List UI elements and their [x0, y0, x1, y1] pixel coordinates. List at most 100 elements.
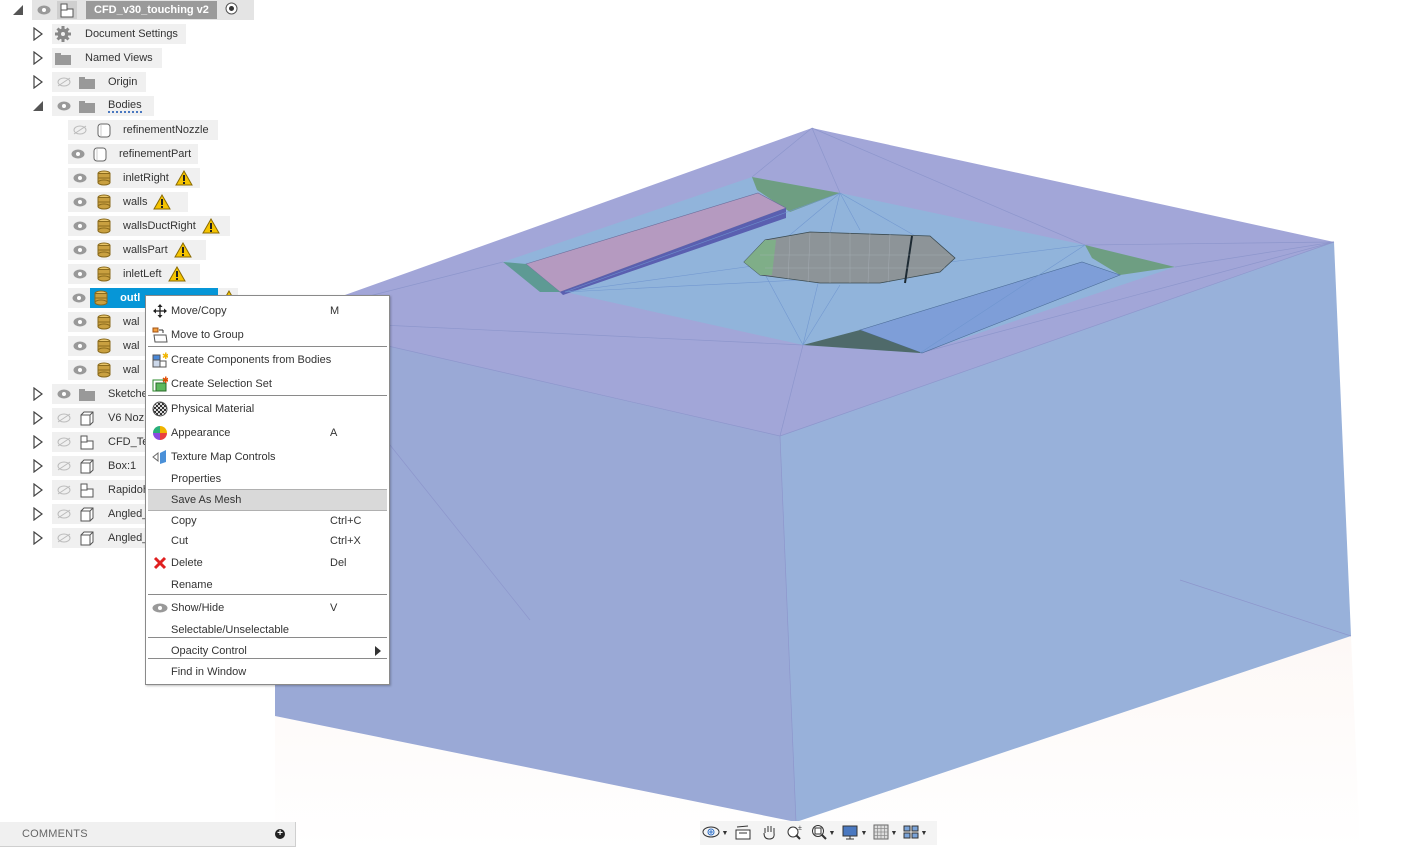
- root-component-label[interactable]: CFD_v30_touching v2: [86, 1, 217, 19]
- eye-hidden-icon[interactable]: [55, 412, 73, 424]
- expand-triangle-icon[interactable]: [32, 483, 44, 497]
- menu-item-properties[interactable]: Properties: [148, 469, 387, 489]
- body-component-icon: [78, 409, 96, 427]
- body-gold-icon: [95, 217, 113, 235]
- menu-item-label: Rename: [171, 579, 213, 591]
- eye-icon[interactable]: [71, 196, 89, 208]
- menu-item-physical-material[interactable]: Physical Material: [148, 399, 387, 419]
- menu-item-rename[interactable]: Rename: [148, 575, 387, 595]
- appearance-icon: [151, 424, 169, 442]
- menu-item-copy[interactable]: Copy Ctrl+C: [148, 511, 387, 531]
- orbit-icon: [702, 824, 720, 843]
- component-label: V6 Noz: [108, 412, 145, 424]
- folder-icon: [78, 385, 96, 403]
- menu-item-save-as-mesh[interactable]: Save As Mesh: [148, 489, 387, 511]
- body-gold-icon: [95, 169, 113, 187]
- expand-triangle-icon[interactable]: [32, 387, 44, 401]
- menu-item-create-selection-set[interactable]: ✱ Create Selection Set: [148, 374, 387, 394]
- warning-icon[interactable]: [174, 170, 193, 186]
- eye-hidden-icon[interactable]: [55, 460, 73, 472]
- expand-triangle-icon[interactable]: [32, 531, 44, 545]
- display-settings-button[interactable]: ▼: [838, 822, 870, 844]
- component-label: Rapidoh: [108, 484, 149, 496]
- add-comment-icon[interactable]: +: [275, 829, 285, 839]
- expand-triangle-icon[interactable]: [32, 51, 44, 65]
- warning-icon[interactable]: [153, 194, 172, 210]
- menu-item-label: Texture Map Controls: [171, 451, 276, 463]
- body-label: walls: [123, 196, 148, 208]
- browser-item-label: Origin: [108, 76, 138, 88]
- body-label: inletLeft: [123, 268, 162, 280]
- menu-item-label: Opacity Control: [171, 645, 247, 657]
- orbit-button[interactable]: ▼: [700, 822, 730, 844]
- collapse-triangle-icon[interactable]: [12, 3, 24, 17]
- eye-icon[interactable]: [71, 340, 89, 352]
- menu-item-label: Save As Mesh: [171, 494, 242, 506]
- menu-item-label: Physical Material: [171, 403, 255, 415]
- component-icon: [78, 433, 96, 451]
- eye-hidden-icon[interactable]: [71, 124, 89, 136]
- eye-icon[interactable]: [71, 148, 85, 160]
- expand-triangle-icon[interactable]: [32, 411, 44, 425]
- expand-triangle-icon[interactable]: [32, 75, 44, 89]
- component-label: Angled_: [108, 508, 149, 520]
- eye-icon[interactable]: [71, 364, 89, 376]
- eye-icon[interactable]: [71, 316, 89, 328]
- zoom-button[interactable]: ±: [782, 822, 808, 844]
- body-label: wallsPart: [123, 244, 168, 256]
- eye-icon[interactable]: [55, 388, 73, 400]
- pan-button[interactable]: [756, 822, 782, 844]
- physical-material-icon: [151, 400, 169, 418]
- viewports-button[interactable]: ▼: [900, 822, 930, 844]
- warning-icon[interactable]: [173, 242, 192, 258]
- fit-button[interactable]: ▼: [808, 822, 838, 844]
- menu-item-move-to-group[interactable]: Move to Group: [148, 325, 387, 345]
- eye-icon[interactable]: [71, 268, 89, 280]
- body-gold-icon: [92, 289, 110, 307]
- warning-icon[interactable]: [167, 266, 186, 282]
- viewports-icon: [903, 825, 919, 842]
- body-label: wal: [123, 340, 140, 352]
- body-component-icon: [78, 529, 96, 547]
- eye-icon[interactable]: [35, 4, 53, 16]
- eye-hidden-icon[interactable]: [55, 484, 73, 496]
- collapse-triangle-icon[interactable]: [32, 99, 44, 113]
- shortcut-label: V: [330, 602, 338, 614]
- eye-icon[interactable]: [71, 292, 86, 304]
- eye-icon[interactable]: [71, 244, 89, 256]
- menu-item-find-in-window[interactable]: Find in Window: [148, 662, 387, 682]
- shortcut-label: M: [330, 305, 340, 317]
- body-label: refinementNozzle: [123, 124, 209, 136]
- eye-icon[interactable]: [71, 220, 89, 232]
- eye-icon[interactable]: [55, 100, 73, 112]
- menu-item-texture-map-controls[interactable]: Texture Map Controls: [148, 447, 387, 467]
- comments-panel[interactable]: COMMENTS +: [0, 822, 296, 847]
- eye-hidden-icon[interactable]: [55, 532, 73, 544]
- expand-triangle-icon[interactable]: [32, 507, 44, 521]
- menu-item-show-hide[interactable]: Show/Hide V: [148, 598, 387, 618]
- look-at-button[interactable]: [730, 822, 756, 844]
- folder-icon: [54, 49, 72, 67]
- expand-triangle-icon[interactable]: [32, 27, 44, 41]
- component-label: Box:1: [108, 460, 137, 472]
- expand-triangle-icon[interactable]: [32, 435, 44, 449]
- menu-item-move-copy[interactable]: Move/Copy M: [148, 301, 387, 321]
- warning-icon[interactable]: [201, 218, 220, 234]
- expand-triangle-icon[interactable]: [32, 459, 44, 473]
- move-to-group-icon: [151, 326, 169, 344]
- shortcut-label: Ctrl+C: [330, 515, 362, 527]
- menu-item-delete[interactable]: Delete Del: [148, 553, 387, 573]
- grid-snaps-button[interactable]: ▼: [870, 822, 900, 844]
- navigation-toolbar: ▼ ± ▼ ▼ ▼ ▼: [700, 821, 937, 845]
- menu-item-appearance[interactable]: Appearance A: [148, 423, 387, 443]
- eye-icon[interactable]: [71, 172, 89, 184]
- eye-hidden-icon[interactable]: [55, 508, 73, 520]
- eye-hidden-icon[interactable]: [55, 436, 73, 448]
- eye-hidden-icon[interactable]: [55, 76, 73, 88]
- menu-item-label: Copy: [171, 515, 197, 527]
- gear-icon: [54, 25, 72, 43]
- activate-radio-icon[interactable]: [225, 2, 238, 18]
- selection-set-icon: ✱: [151, 375, 169, 393]
- menu-item-create-components-from-bodies[interactable]: ✱ Create Components from Bodies: [148, 350, 387, 370]
- menu-item-cut[interactable]: Cut Ctrl+X: [148, 531, 387, 551]
